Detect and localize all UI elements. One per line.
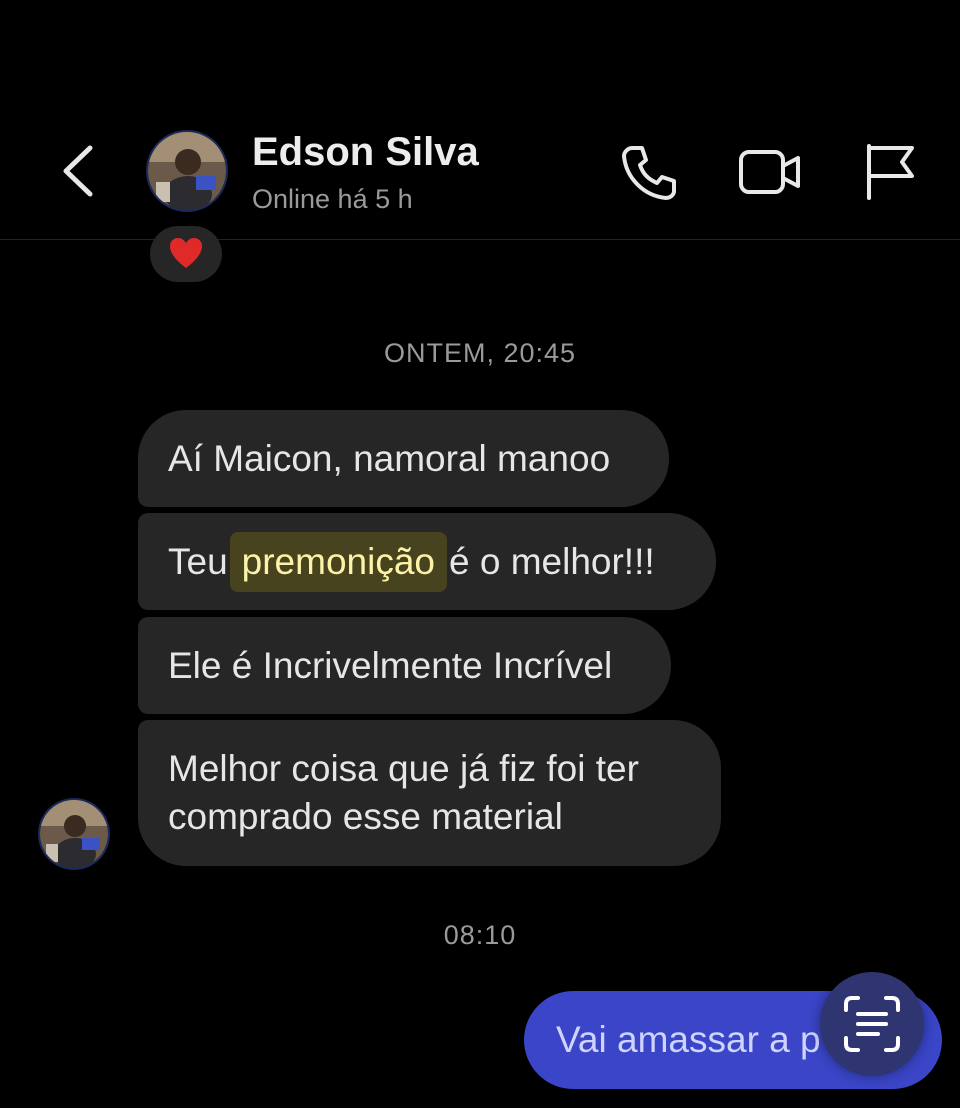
back-chevron-icon[interactable] [56,142,104,200]
text-scan-button[interactable] [820,972,924,1076]
incoming-message[interactable]: Melhor coisa que já fiz foi ter comprado… [138,720,721,866]
message-text: Vai amassar a p [556,1019,821,1060]
message-text: Melhor coisa que já fiz foi ter comprado… [168,748,639,837]
phone-icon[interactable] [618,140,682,204]
heart-reaction[interactable] [150,226,222,282]
message-text: Ele é Incrivelmente Incrível [168,644,613,686]
message-text-before: Teu [168,540,228,582]
incoming-message[interactable]: Ele é Incrivelmente Incrível [138,617,671,714]
contact-avatar[interactable] [148,132,226,210]
contact-name[interactable]: Edson Silva [252,130,479,175]
incoming-message[interactable]: Teu premonição é o melhor!!! [138,513,716,610]
message-text: Aí Maicon, namoral manoo [168,437,611,479]
message-text-after: é o melhor!!! [449,540,655,582]
sender-avatar[interactable] [40,800,108,868]
timestamp: 08:10 [443,920,517,950]
highlighted-word[interactable]: premonição [229,531,447,592]
text-scan-icon [844,996,900,1052]
contact-status: Online há 5 h [252,184,413,214]
incoming-message[interactable]: Aí Maicon, namoral manoo [138,410,669,507]
timestamp: ONTEM, 20:45 [383,338,577,368]
flag-icon[interactable] [860,140,924,204]
chat-header: Edson Silva Online há 5 h [0,0,960,240]
video-camera-icon[interactable] [738,140,802,204]
heart-icon [170,238,202,268]
